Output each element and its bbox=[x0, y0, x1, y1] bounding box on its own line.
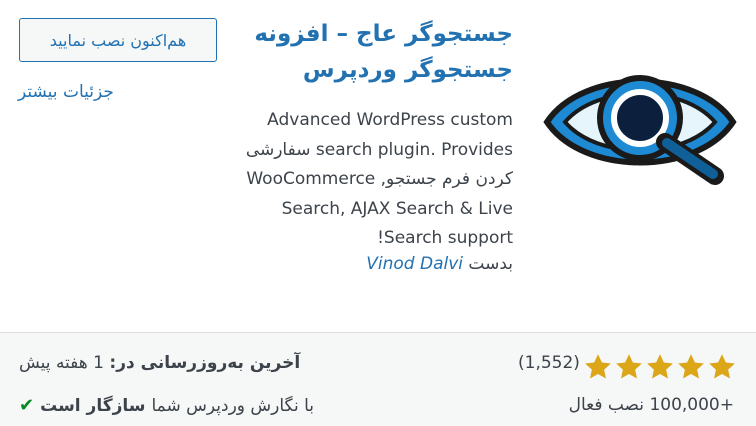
eye-magnifier-icon[interactable] bbox=[543, 56, 737, 188]
plugin-author: بدست Vinod Dalvi bbox=[366, 254, 513, 274]
plugin-card-top: جستجوگر عاج – افزونه جستجوگر وردپرس Adva… bbox=[0, 0, 756, 332]
author-prefix: بدست bbox=[468, 254, 513, 274]
description-line: Search support! bbox=[377, 228, 513, 248]
active-installs: +100,000 نصب فعال bbox=[568, 395, 734, 415]
rating-stars bbox=[583, 352, 737, 382]
plugin-card: جستجوگر عاج – افزونه جستجوگر وردپرس Adva… bbox=[0, 0, 756, 426]
star-filled-icon bbox=[678, 354, 704, 379]
last-updated-label: آخرین به‌روزرسانی در: bbox=[109, 353, 301, 373]
description-line: Search, AJAX Search & Live bbox=[281, 198, 513, 219]
more-details-link[interactable]: جزئیات بیشتر bbox=[18, 82, 114, 102]
install-now-button[interactable]: هم‌اکنون نصب نمایید bbox=[19, 18, 217, 62]
author-link[interactable]: Vinod Dalvi bbox=[366, 254, 463, 274]
plugin-description: Advanced WordPress custom search plugin.… bbox=[223, 106, 513, 254]
description-line: Advanced WordPress custom bbox=[267, 110, 513, 130]
star-filled-icon bbox=[585, 354, 611, 379]
plugin-title[interactable]: جستجوگر عاج – افزونه جستجوگر وردپرس bbox=[253, 16, 513, 88]
star-filled-icon bbox=[709, 354, 735, 379]
star-filled-icon bbox=[616, 354, 642, 379]
compat-value: سازگار است bbox=[40, 395, 146, 416]
plugin-title-line1[interactable]: جستجوگر عاج – افزونه bbox=[253, 16, 513, 52]
compat-prefix: با نگارش وردپرس شما bbox=[151, 395, 315, 416]
last-updated: آخرین به‌روزرسانی در: 1 هفته پیش bbox=[19, 353, 300, 373]
plugin-card-bottom: (1,552) +100,000 نصب فعال آخرین به‌روزرس… bbox=[0, 332, 756, 426]
description-line: کردن فرم جستجو, WooCommerce bbox=[246, 169, 513, 189]
star-filled-icon bbox=[647, 354, 673, 379]
checkmark-icon: ✔ bbox=[19, 395, 35, 416]
compatibility: با نگارش وردپرس شما سازگار است ✔ bbox=[19, 395, 314, 416]
description-line: search plugin. Provides سفارشی bbox=[245, 139, 513, 160]
last-updated-value: 1 هفته پیش bbox=[19, 353, 104, 373]
plugin-title-line2[interactable]: جستجوگر وردپرس bbox=[253, 52, 513, 88]
rating-count[interactable]: (1,552) bbox=[518, 353, 580, 373]
